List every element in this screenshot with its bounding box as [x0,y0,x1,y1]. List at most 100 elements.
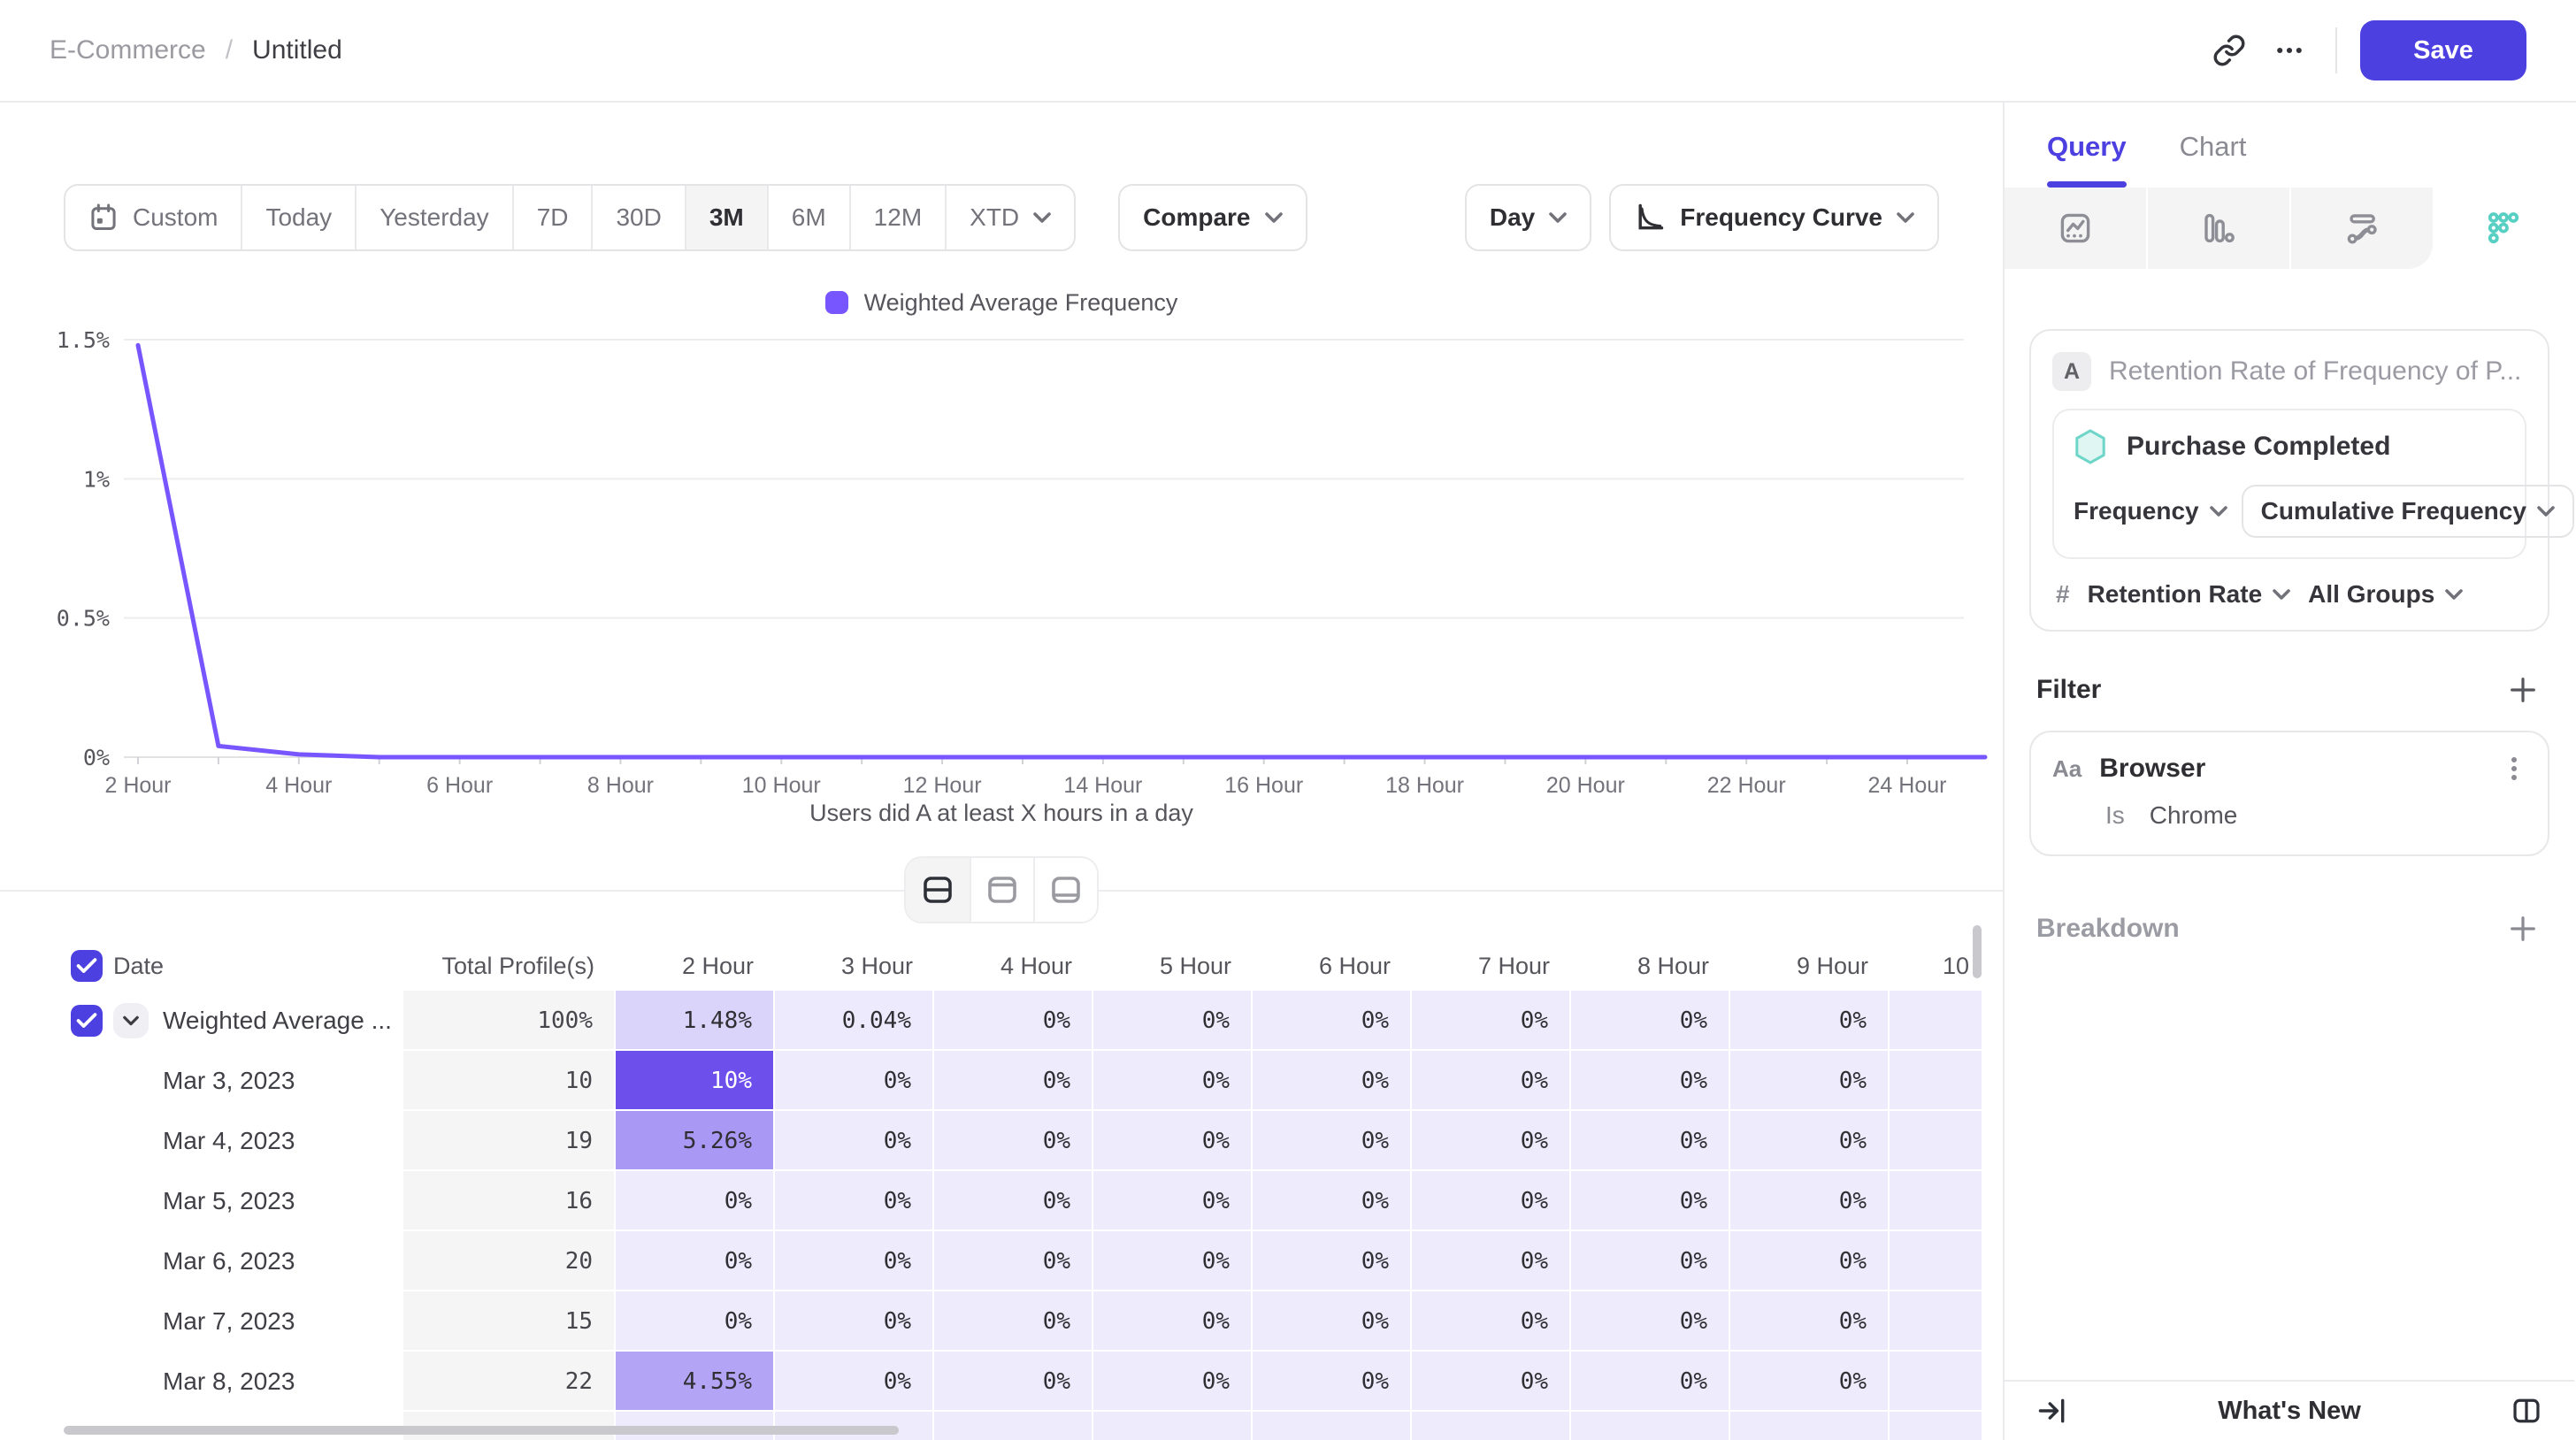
range-today[interactable]: Today [241,186,355,249]
value-cell[interactable]: 0% [1093,1111,1253,1171]
value-cell[interactable]: 0% [1412,1291,1571,1352]
value-cell[interactable]: 0% [1412,1051,1571,1111]
total-profiles-cell[interactable]: 20 [403,1231,616,1291]
value-cell[interactable]: 0% [1253,1111,1412,1171]
value-cell[interactable]: 0% [616,1231,775,1291]
value-cell[interactable]: 10% [616,1051,775,1111]
value-cell[interactable]: 0% [1571,1352,1730,1412]
value-cell[interactable]: 0% [1253,1291,1412,1352]
vertical-scrollbar[interactable] [1973,925,1982,978]
total-profiles-cell[interactable]: 22 [403,1352,616,1412]
tab-query[interactable]: Query [2047,131,2127,188]
retention-chart-type-icon[interactable] [2433,188,2574,269]
value-cell[interactable] [1571,1412,1730,1440]
value-cell[interactable] [1890,1412,1982,1440]
chart-view-toggle[interactable] [970,858,1033,922]
value-cell[interactable] [1253,1412,1412,1440]
value-cell[interactable]: 0% [1890,1291,1982,1352]
cumulative-frequency-dropdown[interactable]: Cumulative Frequency [2242,485,2574,538]
value-cell[interactable]: 0% [934,1171,1093,1231]
range-30d[interactable]: 30D [591,186,684,249]
column-header-total-profile-s-[interactable]: Total Profile(s) [403,941,616,991]
total-profiles-cell[interactable]: 10 [403,1051,616,1111]
column-header-2-hour[interactable]: 2 Hour [616,941,775,991]
event-selector[interactable]: Purchase Completed [2074,428,2505,465]
column-header-8-hour[interactable]: 8 Hour [1571,941,1730,991]
value-cell[interactable]: 0% [934,1111,1093,1171]
range-12m[interactable]: 12M [849,186,945,249]
range-6m[interactable]: 6M [767,186,849,249]
breadcrumb-project[interactable]: E-Commerce [50,35,206,65]
value-cell[interactable]: 0% [616,1291,775,1352]
range-yesterday[interactable]: Yesterday [355,186,512,249]
value-cell[interactable] [934,1412,1093,1440]
value-cell[interactable]: 0% [1412,1111,1571,1171]
filter-kebab-icon[interactable] [2502,754,2526,783]
value-cell[interactable]: 0% [1412,991,1571,1051]
value-cell[interactable]: 0% [1890,1352,1982,1412]
value-cell[interactable]: 0% [1253,1231,1412,1291]
value-cell[interactable]: 0% [1093,1171,1253,1231]
value-cell[interactable]: 0% [1890,1231,1982,1291]
granularity-button[interactable]: Day [1465,184,1591,251]
value-cell[interactable]: 0% [934,991,1093,1051]
value-cell[interactable]: 0% [1730,991,1890,1051]
value-cell[interactable]: 0% [1730,1111,1890,1171]
value-cell[interactable]: 0% [775,1231,934,1291]
column-header-9-hour[interactable]: 9 Hour [1730,941,1890,991]
value-cell[interactable]: 0% [1093,1231,1253,1291]
split-view-toggle[interactable] [906,858,970,922]
range-xtd[interactable]: XTD [945,186,1074,249]
copy-link-icon[interactable] [2199,20,2259,80]
value-cell[interactable]: 0% [1890,1111,1982,1171]
flows-chart-type-icon[interactable] [2289,188,2433,269]
value-cell[interactable]: 0% [616,1171,775,1231]
more-options-icon[interactable] [2259,20,2319,80]
value-cell[interactable]: 0% [1890,1171,1982,1231]
value-cell[interactable]: 0% [775,1171,934,1231]
collapse-panel-icon[interactable] [2029,1388,2075,1434]
add-filter-icon[interactable] [2503,670,2542,709]
column-header-7-hour[interactable]: 7 Hour [1412,941,1571,991]
value-cell[interactable] [1093,1412,1253,1440]
side-by-side-icon[interactable] [2503,1388,2549,1434]
chart-mode-button[interactable]: Frequency Curve [1609,184,1939,251]
save-button[interactable]: Save [2360,20,2526,80]
value-cell[interactable]: 0% [1730,1171,1890,1231]
filter-operator[interactable]: Is [2105,801,2125,830]
value-cell[interactable]: 5.26% [616,1111,775,1171]
total-profiles-cell[interactable]: 19 [403,1111,616,1171]
select-all-checkbox[interactable] [71,950,103,982]
value-cell[interactable]: 0% [1093,1051,1253,1111]
value-cell[interactable]: 0% [1253,991,1412,1051]
value-cell[interactable]: 0% [1093,991,1253,1051]
value-cell[interactable]: 0% [1571,1291,1730,1352]
value-cell[interactable]: 0% [1730,1352,1890,1412]
value-cell[interactable]: 0% [1571,1111,1730,1171]
value-cell[interactable]: 0.04% [775,991,934,1051]
frequency-dropdown[interactable]: Frequency [2074,497,2227,525]
add-breakdown-icon[interactable] [2503,909,2542,948]
metric-title-input[interactable]: Retention Rate of Frequency of P... [2109,356,2521,387]
value-cell[interactable]: 0% [934,1051,1093,1111]
value-cell[interactable]: 4.55% [616,1352,775,1412]
value-cell[interactable]: 0% [1253,1352,1412,1412]
value-cell[interactable]: 0% [775,1352,934,1412]
horizontal-scrollbar[interactable] [64,1426,899,1435]
column-header-date[interactable]: Date [0,941,403,991]
value-cell[interactable]: 0% [1093,1291,1253,1352]
value-cell[interactable]: 0% [1412,1171,1571,1231]
total-profiles-cell[interactable]: 100% [403,991,616,1051]
tab-chart[interactable]: Chart [2180,131,2247,188]
value-cell[interactable]: 0% [934,1291,1093,1352]
value-cell[interactable]: 0% [1730,1231,1890,1291]
value-cell[interactable]: 0% [775,1111,934,1171]
value-cell[interactable]: 0% [1412,1231,1571,1291]
range-7d[interactable]: 7D [512,186,592,249]
value-cell[interactable]: 1.48% [616,991,775,1051]
total-profiles-cell[interactable]: 15 [403,1291,616,1352]
value-cell[interactable]: 0% [934,1231,1093,1291]
value-cell[interactable]: 0% [1253,1171,1412,1231]
value-cell[interactable]: 0% [1890,991,1982,1051]
value-cell[interactable]: 0% [775,1051,934,1111]
